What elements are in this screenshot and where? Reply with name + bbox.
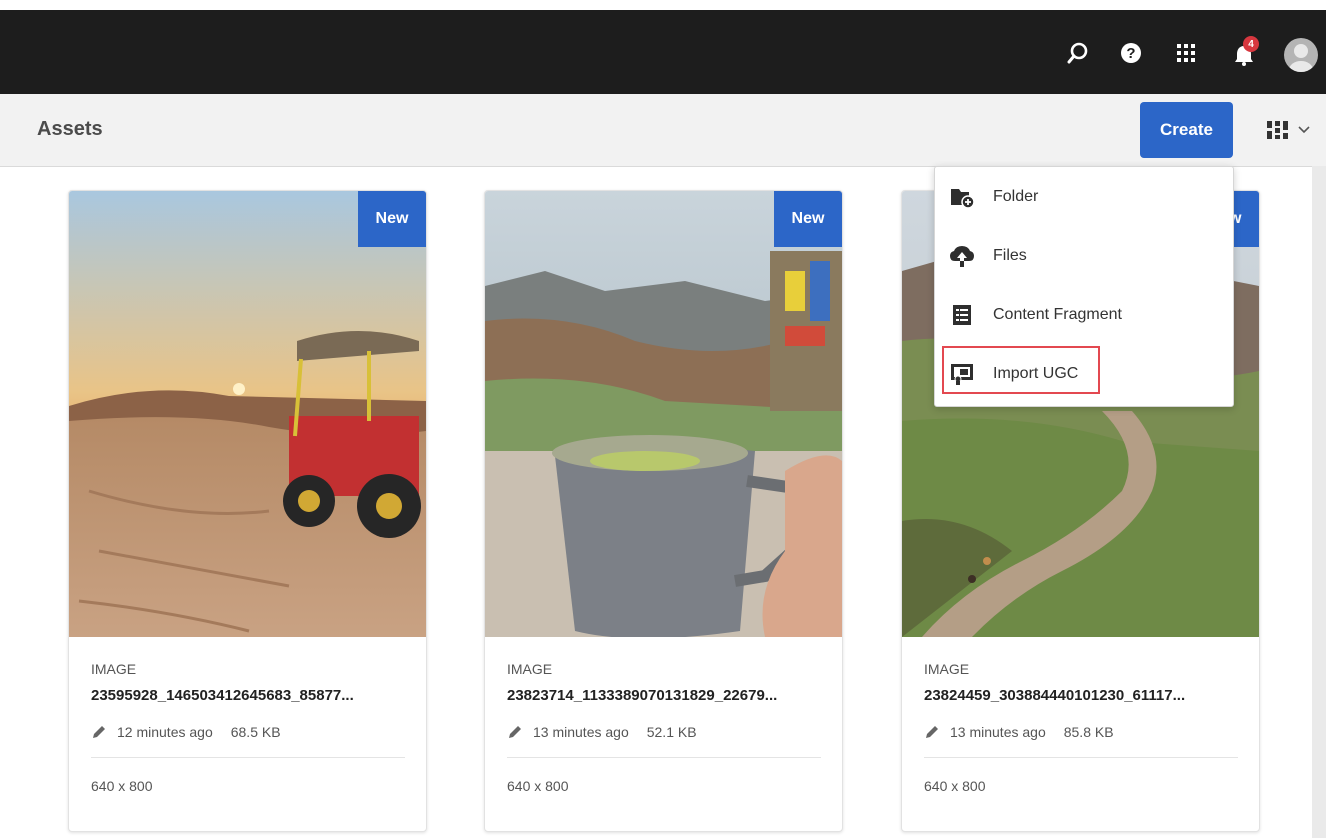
menu-item-label: Files (993, 247, 1027, 264)
search-icon[interactable] (1067, 42, 1089, 64)
asset-thumbnail[interactable] (485, 191, 842, 637)
action-bar: Assets Create (0, 94, 1326, 167)
card-meta: IMAGE 23823714_1133389070131829_22679...… (507, 661, 821, 794)
asset-file-name[interactable]: 23595928_146503412645683_85877... (91, 687, 405, 707)
notification-count-badge: 4 (1243, 36, 1259, 52)
menu-item-content-fragment[interactable]: Content Fragment (943, 293, 1225, 337)
cloud-upload-icon (949, 243, 975, 269)
pencil-icon (509, 726, 521, 738)
menu-item-label: Folder (993, 188, 1039, 205)
menu-item-folder[interactable]: Folder (943, 175, 1225, 219)
asset-thumbnail[interactable] (69, 191, 426, 637)
asset-card[interactable]: New IMAGE 23595928_146503412645683_85877… (68, 190, 427, 832)
asset-dimensions: 640 x 800 (924, 778, 986, 794)
asset-type-label: IMAGE (507, 661, 553, 677)
column-view-icon (1267, 121, 1288, 139)
help-icon[interactable]: ? (1120, 42, 1142, 64)
pencil-icon (926, 726, 938, 738)
create-menu: Folder Files Content Fragment Import UGC (934, 166, 1234, 407)
new-badge: New (358, 191, 426, 247)
modified-time: 12 minutes ago (117, 724, 213, 740)
asset-info-row: 12 minutes ago 68.5 KB (91, 721, 405, 758)
import-ugc-icon (949, 361, 975, 387)
modified-time: 13 minutes ago (533, 724, 629, 740)
create-button[interactable]: Create (1140, 102, 1233, 158)
file-size: 68.5 KB (230, 724, 281, 740)
menu-item-files[interactable]: Files (943, 234, 1225, 278)
menu-item-label: Import UGC (993, 365, 1079, 382)
view-switcher[interactable] (1265, 116, 1325, 144)
menu-item-label: Content Fragment (993, 306, 1122, 323)
file-size: 52.1 KB (646, 724, 697, 740)
new-badge: New (774, 191, 842, 247)
chevron-down-icon (1298, 126, 1310, 134)
pencil-icon (93, 726, 105, 738)
page-title: Assets (37, 118, 103, 140)
apps-grid-icon[interactable] (1175, 42, 1197, 64)
menu-item-import-ugc[interactable]: Import UGC (943, 352, 1225, 396)
user-avatar[interactable] (1284, 38, 1318, 72)
card-meta: IMAGE 23824459_303884440101230_61117... … (924, 661, 1238, 794)
top-shell-bar: ? 4 (0, 10, 1326, 94)
asset-dimensions: 640 x 800 (507, 778, 569, 794)
asset-info-row: 13 minutes ago 85.8 KB (924, 721, 1238, 758)
modified-time: 13 minutes ago (950, 724, 1046, 740)
scrollbar-track[interactable] (1312, 166, 1326, 838)
asset-dimensions: 640 x 800 (91, 778, 153, 794)
card-meta: IMAGE 23595928_146503412645683_85877... … (91, 661, 405, 794)
svg-text:?: ? (1126, 45, 1135, 62)
asset-info-row: 13 minutes ago 52.1 KB (507, 721, 821, 758)
asset-type-label: IMAGE (924, 661, 970, 677)
folder-add-icon (949, 184, 975, 210)
content-fragment-icon (949, 302, 975, 328)
asset-file-name[interactable]: 23824459_303884440101230_61117... (924, 687, 1238, 707)
asset-type-label: IMAGE (91, 661, 137, 677)
app-frame: ? 4 Assets Create New IMAGE 23595928_146… (0, 0, 1326, 838)
asset-file-name[interactable]: 23823714_1133389070131829_22679... (507, 687, 821, 707)
file-size: 85.8 KB (1063, 724, 1114, 740)
asset-card[interactable]: New IMAGE 23823714_1133389070131829_2267… (484, 190, 843, 832)
